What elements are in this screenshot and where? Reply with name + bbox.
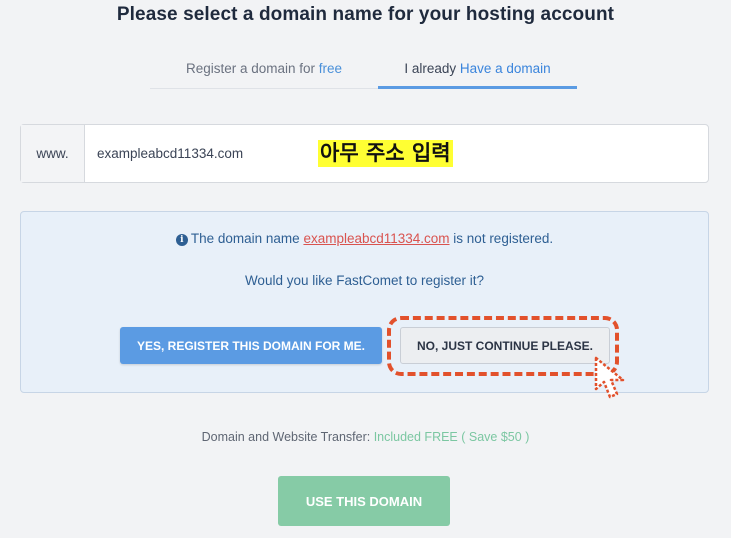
register-domain-button[interactable]: YES, REGISTER THIS DOMAIN FOR ME. [120,327,382,364]
register-question: Would you like FastComet to register it? [244,273,485,288]
domain-input[interactable] [97,138,287,169]
tab-have-label: I already [404,61,460,76]
status-prefix: The domain name [190,231,304,246]
transfer-save: Save $50 [468,430,522,444]
transfer-paren-open: ( [457,430,469,444]
domain-status-message: i The domain name exampleabcd11334.com is… [21,231,708,246]
continue-button[interactable]: NO, JUST CONTINUE PLEASE. [400,327,610,364]
domain-status-panel: i The domain name exampleabcd11334.com is… [20,211,709,393]
transfer-included: Included FREE [373,430,458,444]
domain-input-group: www. 아무 주소 입력 [20,124,709,183]
transfer-info: Domain and Website Transfer: Included FR… [0,430,731,444]
tab-register-domain[interactable]: Register a domain for free [150,58,378,89]
annotation-label: 아무 주소 입력 [318,140,453,167]
tab-register-label: Register a domain for [185,61,319,76]
domain-tabs: Register a domain for free I already Hav… [150,58,577,89]
transfer-paren-close: ) [521,430,530,444]
tab-have-highlight: Have a domain [459,61,551,76]
status-suffix: is not registered. [449,231,554,246]
transfer-label: Domain and Website Transfer: [201,430,374,444]
tab-have-domain[interactable]: I already Have a domain [378,58,577,89]
domain-link[interactable]: exampleabcd11334.com [303,231,449,246]
tab-register-highlight: free [318,61,343,76]
use-this-domain-button[interactable]: USE THIS DOMAIN [278,476,450,526]
page-title: Please select a domain name for your hos… [116,4,615,25]
www-prefix: www. [21,125,85,182]
info-circle-icon: i [175,234,188,246]
